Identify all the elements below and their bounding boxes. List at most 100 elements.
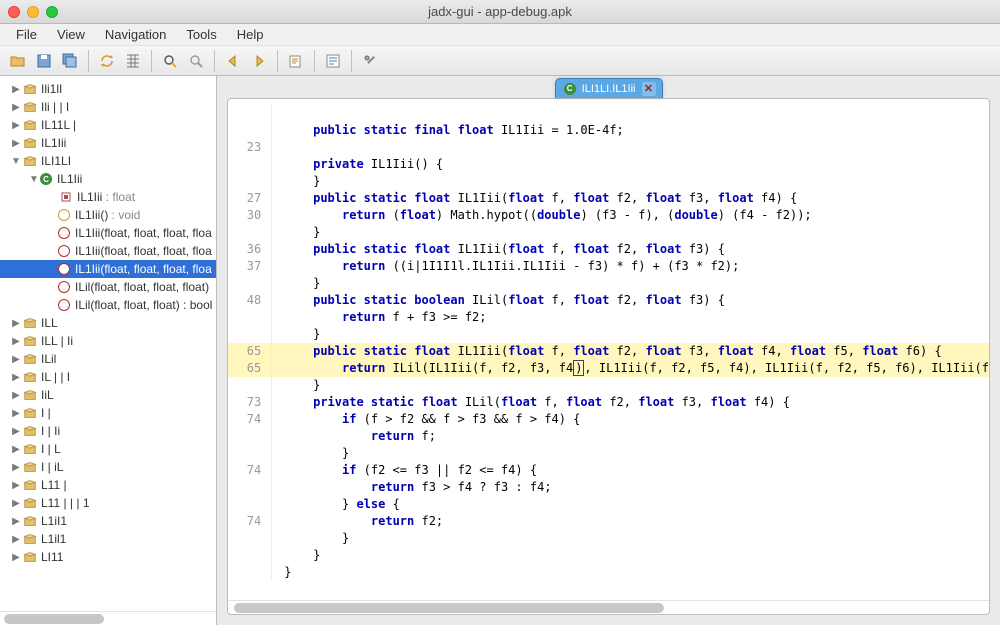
save-button[interactable] xyxy=(32,50,56,72)
code-source[interactable]: return ILil(IL1Iii(f, f2, f3, f4), IL1Ii… xyxy=(272,360,989,377)
expand-arrow-icon[interactable]: ▶ xyxy=(10,534,22,545)
code-source[interactable]: } else { xyxy=(272,496,989,513)
expand-arrow-icon[interactable]: ▶ xyxy=(10,408,22,419)
minimize-window-button[interactable] xyxy=(27,6,39,18)
tree-item[interactable]: ▶I | L xyxy=(0,440,216,458)
code-source[interactable] xyxy=(272,105,989,122)
tree-item[interactable]: ▶IL1Iii xyxy=(0,134,216,152)
code-source[interactable]: public static float IL1Iii(float f, floa… xyxy=(272,343,989,360)
code-source[interactable]: return (float) Math.hypot((double) (f3 -… xyxy=(272,207,989,224)
settings-button[interactable] xyxy=(358,50,382,72)
close-tab-button[interactable]: ✕ xyxy=(642,82,656,96)
tree-item[interactable]: IL1Iii(float, float, float, float, float… xyxy=(0,242,216,260)
expand-arrow-icon[interactable]: ▶ xyxy=(10,390,22,401)
code-source[interactable]: } xyxy=(272,224,989,241)
expand-arrow-icon[interactable]: ▶ xyxy=(10,138,22,149)
menu-view[interactable]: View xyxy=(47,25,95,44)
forward-button[interactable] xyxy=(247,50,271,72)
back-button[interactable] xyxy=(221,50,245,72)
tree-item[interactable]: ▶IiL xyxy=(0,386,216,404)
tree-item[interactable]: ▶IL11L | xyxy=(0,116,216,134)
code-source[interactable]: } xyxy=(272,377,989,394)
expand-arrow-icon[interactable]: ▶ xyxy=(10,480,22,491)
expand-arrow-icon[interactable]: ▶ xyxy=(10,102,22,113)
tree-item[interactable]: ILil(float, float, float) : boolean xyxy=(0,296,216,314)
menu-tools[interactable]: Tools xyxy=(176,25,226,44)
tree-item[interactable]: ▶LI11 xyxy=(0,548,216,566)
code-source[interactable]: return ((i|1I1I1l.IL1Iii.IL1Iii - f3) * … xyxy=(272,258,989,275)
tree-item[interactable]: ILil(float, float, float, float) xyxy=(0,278,216,296)
code-source[interactable]: public static float IL1Iii(float f, floa… xyxy=(272,241,989,258)
expand-arrow-icon[interactable]: ▶ xyxy=(10,354,22,365)
tree-item[interactable]: IL1Iii() : void xyxy=(0,206,216,224)
code-source[interactable] xyxy=(272,139,989,156)
code-source[interactable]: private static float ILil(float f, float… xyxy=(272,394,989,411)
sidebar-scrollbar[interactable] xyxy=(0,611,216,625)
code-source[interactable]: private IL1Iii() { xyxy=(272,156,989,173)
tree-item[interactable]: ▶L11 | | | 1 xyxy=(0,494,216,512)
tree-item[interactable]: IL1Iii : float xyxy=(0,188,216,206)
expand-arrow-icon[interactable]: ▶ xyxy=(10,372,22,383)
code-source[interactable]: return f3 > f4 ? f3 : f4; xyxy=(272,479,989,496)
tree-item[interactable]: ▶ILL xyxy=(0,314,216,332)
tree-item[interactable]: ▶ILil xyxy=(0,350,216,368)
expand-arrow-icon[interactable]: ▶ xyxy=(10,498,22,509)
code-source[interactable]: } xyxy=(272,530,989,547)
menu-navigation[interactable]: Navigation xyxy=(95,25,176,44)
deobfuscate-button[interactable] xyxy=(284,50,308,72)
expand-arrow-icon[interactable]: ▶ xyxy=(10,84,22,95)
expand-arrow-icon[interactable]: ▶ xyxy=(10,516,22,527)
tree-item[interactable]: ▶I | Ii xyxy=(0,422,216,440)
tree-item[interactable]: ▶L1iI1 xyxy=(0,512,216,530)
code-source[interactable]: } xyxy=(272,326,989,343)
expand-arrow-icon[interactable]: ▼ xyxy=(10,156,22,167)
package-tree[interactable]: ▶Ili1lI▶Ili | | I▶IL11L |▶IL1Iii▼ILI1LI▼… xyxy=(0,76,216,611)
find-class-button[interactable] xyxy=(184,50,208,72)
expand-arrow-icon[interactable]: ▶ xyxy=(10,552,22,563)
tree-item[interactable]: ▶IL | | I xyxy=(0,368,216,386)
code-source[interactable]: public static boolean ILil(float f, floa… xyxy=(272,292,989,309)
code-source[interactable]: return f + f3 >= f2; xyxy=(272,309,989,326)
code-source[interactable]: } xyxy=(272,564,989,581)
expand-arrow-icon[interactable]: ▶ xyxy=(10,318,22,329)
tree-item[interactable]: IL1Iii(float, float, float, float) xyxy=(0,224,216,242)
tree-item[interactable]: ▼ILI1LI xyxy=(0,152,216,170)
code-source[interactable]: return f; xyxy=(272,428,989,445)
expand-arrow-icon[interactable]: ▶ xyxy=(10,462,22,473)
search-button[interactable] xyxy=(158,50,182,72)
sync-button[interactable] xyxy=(95,50,119,72)
expand-arrow-icon[interactable]: ▶ xyxy=(10,120,22,131)
open-file-button[interactable] xyxy=(6,50,30,72)
tree-item[interactable]: ▶L11 | xyxy=(0,476,216,494)
code-source[interactable]: } xyxy=(272,445,989,462)
tree-item[interactable]: ▶I | iL xyxy=(0,458,216,476)
close-window-button[interactable] xyxy=(8,6,20,18)
code-source[interactable]: public static float IL1Iii(float f, floa… xyxy=(272,190,989,207)
expand-arrow-icon[interactable]: ▶ xyxy=(10,426,22,437)
expand-arrow-icon[interactable]: ▶ xyxy=(10,336,22,347)
code-source[interactable]: if (f2 <= f3 || f2 <= f4) { xyxy=(272,462,989,479)
code-source[interactable]: } xyxy=(272,547,989,564)
tree-item[interactable]: ▶ILL | Ii xyxy=(0,332,216,350)
editor-scrollbar[interactable] xyxy=(228,600,989,614)
code-source[interactable]: } xyxy=(272,275,989,292)
expand-arrow-icon[interactable]: ▶ xyxy=(10,444,22,455)
tree-item[interactable]: ▶L1il1 xyxy=(0,530,216,548)
tree-item[interactable]: ▶I | xyxy=(0,404,216,422)
code-viewport[interactable]: public static final float IL1Iii = 1.0E-… xyxy=(228,99,989,600)
expand-arrow-icon[interactable]: ▼ xyxy=(28,174,40,185)
tree-item[interactable]: ▶Ili | | I xyxy=(0,98,216,116)
tree-item[interactable]: ▼CIL1Iii xyxy=(0,170,216,188)
save-all-button[interactable] xyxy=(58,50,82,72)
zoom-window-button[interactable] xyxy=(46,6,58,18)
menu-file[interactable]: File xyxy=(6,25,47,44)
flatten-packages-button[interactable] xyxy=(121,50,145,72)
code-source[interactable]: if (f > f2 && f > f3 && f > f4) { xyxy=(272,411,989,428)
log-button[interactable] xyxy=(321,50,345,72)
code-source[interactable]: public static final float IL1Iii = 1.0E-… xyxy=(272,122,989,139)
code-source[interactable]: return f2; xyxy=(272,513,989,530)
editor-tab-active[interactable]: C ILI1LI.IL1Iii ✕ xyxy=(555,78,663,98)
code-source[interactable]: } xyxy=(272,173,989,190)
tree-item[interactable]: IL1Iii(float, float, float, float) xyxy=(0,260,216,278)
tree-item[interactable]: ▶Ili1lI xyxy=(0,80,216,98)
